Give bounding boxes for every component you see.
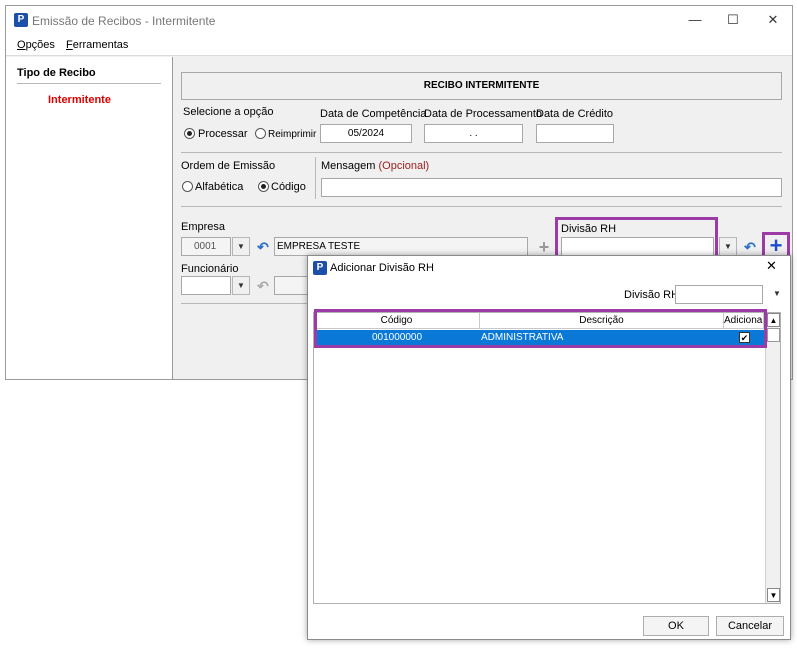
dialog-app-icon: P <box>313 261 327 275</box>
radio-reimprimir[interactable] <box>255 128 266 139</box>
undo-arrow-icon[interactable]: ↶ <box>253 237 273 257</box>
empresa-label: Empresa <box>181 221 226 233</box>
scroll-up-arrow-icon[interactable]: ▲ <box>767 313 780 327</box>
section-divider-1 <box>181 152 782 153</box>
funcionario-dropdown-button[interactable]: ▼ <box>232 276 250 295</box>
funcionario-undo-arrow-icon: ↶ <box>257 278 269 294</box>
mensagem-field[interactable] <box>321 178 782 197</box>
dialog-title: Adicionar Divisão RH <box>330 262 434 274</box>
add-divisao-plus-icon[interactable]: + <box>766 235 786 257</box>
divisao-undo-arrow-icon[interactable]: ↶ <box>740 237 760 257</box>
close-button[interactable]: ✕ <box>758 6 788 34</box>
processamento-field[interactable]: . . <box>424 124 523 143</box>
menu-bar: Opções Ferramentas <box>6 34 792 56</box>
radio-alfabetica-label: Alfabética <box>195 181 244 193</box>
minimize-button[interactable]: — <box>680 6 710 34</box>
radio-codigo-label: Código <box>271 181 306 193</box>
ok-button[interactable]: OK <box>643 616 709 636</box>
menu-ferramentas[interactable]: Ferramentas <box>66 34 128 56</box>
radio-reimprimir-label: Reimprimir <box>268 129 317 140</box>
dialog-filter-label: Divisão RH: <box>624 289 683 301</box>
empresa-dropdown-button[interactable]: ▼ <box>232 237 250 256</box>
grid-highlight-box <box>314 309 767 348</box>
menu-opcoes[interactable]: Opções <box>17 34 55 56</box>
ordem-label: Ordem de Emissão <box>181 160 276 172</box>
radio-processar-label: Processar <box>198 128 248 140</box>
app-logo-icon: P <box>14 13 28 27</box>
funcionario-code-field[interactable] <box>181 276 231 295</box>
sidebar-heading: Tipo de Recibo <box>17 67 96 79</box>
competencia-field[interactable]: 05/2024 <box>320 124 412 143</box>
form-header: RECIBO INTERMITENTE <box>181 72 782 100</box>
radio-processar[interactable] <box>184 128 195 139</box>
selecione-label: Selecione a opção <box>183 106 274 118</box>
scroll-down-arrow-icon[interactable]: ▼ <box>767 588 780 602</box>
funcionario-label: Funcionário <box>181 263 239 275</box>
sidebar: Tipo de Recibo Intermitente <box>6 57 173 379</box>
cancelar-button[interactable]: Cancelar <box>716 616 784 636</box>
credito-field[interactable] <box>536 124 614 143</box>
sidebar-divider <box>17 83 161 84</box>
credito-label: Data de Crédito <box>536 108 614 120</box>
add-empresa-plus-icon[interactable]: + <box>534 237 554 257</box>
competencia-label: Data de Competência <box>320 108 427 120</box>
section-divider-2 <box>181 206 782 207</box>
dialog-filter-field[interactable] <box>675 285 763 304</box>
empresa-name-field: EMPRESA TESTE <box>274 237 528 256</box>
divisao-dropdown-button[interactable]: ▼ <box>719 237 737 256</box>
radio-codigo[interactable] <box>258 181 269 192</box>
title-bar: P Emissão de Recibos - Intermitente — ☐ … <box>6 6 792 34</box>
mensagem-label: Mensagem (Opcional) <box>321 160 430 172</box>
empresa-code-field[interactable]: 0001 <box>181 237 231 256</box>
maximize-button[interactable]: ☐ <box>718 6 748 34</box>
dialog-close-icon[interactable]: ✕ <box>766 258 777 274</box>
dialog-filter-dropdown-button[interactable]: ▼ <box>768 285 786 304</box>
add-divisao-dialog: P Adicionar Divisão RH ✕ Divisão RH: ▼ C… <box>307 255 791 640</box>
sidebar-item-intermitente[interactable]: Intermitente <box>48 94 111 106</box>
divisao-grid: Código Descrição Adicionar 001000000 ADM… <box>313 312 781 604</box>
section-divider-3 <box>181 303 311 304</box>
window-title: Emissão de Recibos - Intermitente <box>32 14 216 28</box>
processamento-label: Data de Processamento <box>424 108 543 120</box>
radio-alfabetica[interactable] <box>182 181 193 192</box>
grid-scrollbar[interactable]: ▲ ▼ <box>765 313 780 603</box>
vertical-divider <box>315 157 316 199</box>
scroll-thumb[interactable] <box>767 328 780 342</box>
divisao-highlight-box <box>555 217 718 260</box>
